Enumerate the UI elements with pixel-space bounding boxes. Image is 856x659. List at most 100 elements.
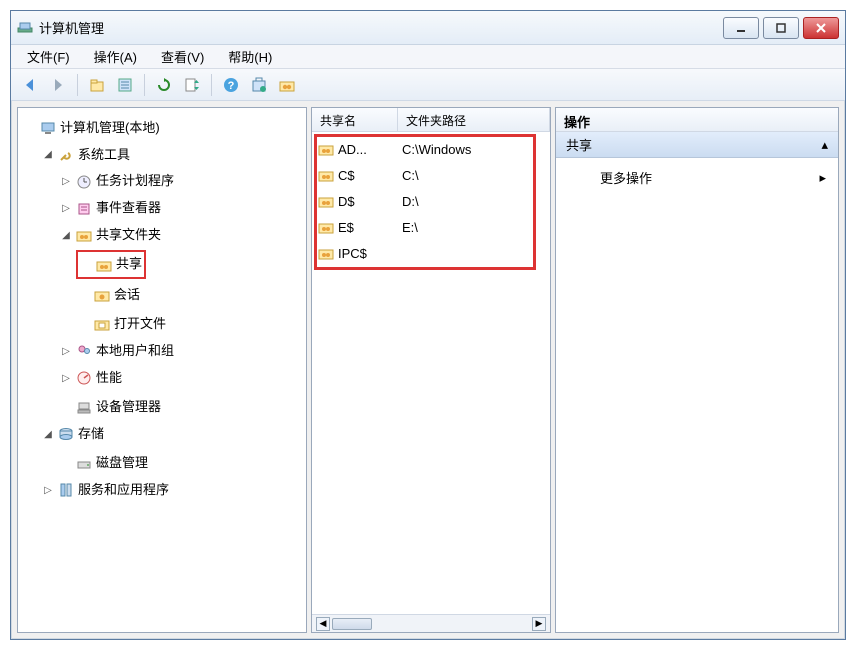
export-button[interactable] xyxy=(179,72,205,98)
column-share-name[interactable]: 共享名 xyxy=(312,108,398,131)
cell-folder-path: E:\ xyxy=(402,220,418,235)
tree-label: 共享 xyxy=(116,252,142,277)
sessions-icon xyxy=(94,287,110,303)
navigation-tree[interactable]: 计算机管理(本地) ◢ 系统工具 xyxy=(18,108,306,508)
cell-share-name: C$ xyxy=(338,168,355,183)
table-row[interactable]: E$E:\ xyxy=(318,214,544,240)
title-bar: 计算机管理 xyxy=(11,11,845,45)
shared-folder-icon xyxy=(76,227,92,243)
table-row[interactable]: AD...C:\Windows xyxy=(318,136,544,162)
content-area: 计算机管理(本地) ◢ 系统工具 xyxy=(11,101,845,639)
tree-device-manager[interactable]: 设备管理器 xyxy=(58,394,163,421)
toolbar-separator xyxy=(144,74,145,96)
scroll-left-icon[interactable]: ◀ xyxy=(316,617,330,631)
window-title: 计算机管理 xyxy=(39,18,723,37)
expand-icon[interactable]: ▷ xyxy=(42,481,54,500)
performance-icon xyxy=(76,370,92,386)
tree-sessions[interactable]: 会话 xyxy=(76,282,142,309)
tree-task-scheduler[interactable]: ▷ 任务计划程序 xyxy=(58,168,176,195)
tree-root[interactable]: 计算机管理(本地) xyxy=(22,115,162,142)
tree-local-users[interactable]: ▷ 本地用户和组 xyxy=(58,338,176,365)
list-body[interactable]: AD...C:\Windows C$ C:\ D$D:\E$E:\ IPC$ xyxy=(312,132,550,614)
tools-icon xyxy=(58,147,74,163)
new-share-button[interactable] xyxy=(246,72,272,98)
clock-icon xyxy=(76,174,92,190)
table-row[interactable]: D$D:\ xyxy=(318,188,544,214)
menu-help[interactable]: 帮助(H) xyxy=(216,44,284,69)
up-button[interactable] xyxy=(84,72,110,98)
menu-action[interactable]: 操作(A) xyxy=(82,44,149,69)
users-icon xyxy=(76,343,92,359)
open-files-icon xyxy=(94,316,110,332)
back-button[interactable] xyxy=(17,72,43,98)
computer-icon xyxy=(40,120,56,136)
tree-shares[interactable]: 共享 xyxy=(76,250,146,279)
tree-disk-management[interactable]: 磁盘管理 xyxy=(58,450,150,477)
properties-button[interactable] xyxy=(112,72,138,98)
menu-file[interactable]: 文件(F) xyxy=(15,44,82,69)
cell-folder-path: C:\ xyxy=(402,168,419,183)
tree-system-tools[interactable]: ◢ 系统工具 xyxy=(40,142,132,169)
tree-label: 共享文件夹 xyxy=(96,223,161,248)
app-icon xyxy=(17,20,33,36)
event-icon xyxy=(76,201,92,217)
device-icon xyxy=(76,399,92,415)
horizontal-scrollbar[interactable]: ◀ ▶ xyxy=(312,614,550,632)
maximize-button[interactable] xyxy=(763,17,799,39)
tree-event-viewer[interactable]: ▷ 事件查看器 xyxy=(58,195,163,222)
expand-icon[interactable]: ▷ xyxy=(60,172,72,191)
tree-storage[interactable]: ◢ 存储 xyxy=(40,421,106,448)
tree-label: 打开文件 xyxy=(114,312,166,337)
table-row[interactable]: IPC$ xyxy=(318,240,544,266)
collapse-icon[interactable]: ◢ xyxy=(42,425,54,444)
menu-view[interactable]: 查看(V) xyxy=(149,44,216,69)
help-button[interactable]: ? xyxy=(218,72,244,98)
actions-more[interactable]: 更多操作 ▸ xyxy=(556,158,838,197)
actions-section[interactable]: 共享 ▴ xyxy=(556,132,838,158)
list-panel: 共享名 文件夹路径 AD...C:\Windows C$ C:\ D$D:\E$E:\… xyxy=(311,107,551,633)
tree-label: 事件查看器 xyxy=(96,196,161,221)
tree-performance[interactable]: ▷ 性能 xyxy=(58,365,124,392)
share-icon xyxy=(318,245,334,261)
close-button[interactable] xyxy=(803,17,839,39)
window-controls xyxy=(723,17,839,39)
minimize-button[interactable] xyxy=(723,17,759,39)
refresh-button[interactable] xyxy=(151,72,177,98)
table-row[interactable]: C$ C:\ xyxy=(318,162,544,188)
tree-label: 本地用户和组 xyxy=(96,339,174,364)
tree-label: 存储 xyxy=(78,422,104,447)
shares-icon-button[interactable] xyxy=(274,72,300,98)
column-folder-path[interactable]: 文件夹路径 xyxy=(398,108,550,131)
tree-label: 计算机管理(本地) xyxy=(60,116,160,141)
cell-share-name: AD... xyxy=(338,142,367,157)
share-icon xyxy=(318,167,334,183)
window-frame: 计算机管理 文件(F) 操作(A) 查看(V) 帮助(H) xyxy=(10,10,846,640)
storage-icon xyxy=(58,426,74,442)
share-icon xyxy=(318,141,334,157)
actions-header: 操作 xyxy=(556,108,838,132)
scroll-thumb[interactable] xyxy=(332,618,372,630)
tree-label: 会话 xyxy=(114,283,140,308)
forward-button[interactable] xyxy=(45,72,71,98)
expand-icon[interactable]: ▷ xyxy=(60,342,72,361)
tree-label: 磁盘管理 xyxy=(96,451,148,476)
tree-panel: 计算机管理(本地) ◢ 系统工具 xyxy=(17,107,307,633)
actions-panel: 操作 共享 ▴ 更多操作 ▸ xyxy=(555,107,839,633)
tree-label: 系统工具 xyxy=(78,143,130,168)
scroll-right-icon[interactable]: ▶ xyxy=(532,617,546,631)
tree-label: 设备管理器 xyxy=(96,395,161,420)
collapse-icon: ▴ xyxy=(821,137,828,153)
toolbar-separator xyxy=(211,74,212,96)
cell-share-name: IPC$ xyxy=(338,246,367,261)
list-header: 共享名 文件夹路径 xyxy=(312,108,550,132)
collapse-icon[interactable]: ◢ xyxy=(60,226,72,245)
chevron-right-icon: ▸ xyxy=(819,170,826,186)
svg-text:?: ? xyxy=(228,80,235,92)
menu-bar: 文件(F) 操作(A) 查看(V) 帮助(H) xyxy=(11,45,845,69)
collapse-icon[interactable]: ◢ xyxy=(42,145,54,164)
tree-shared-folders[interactable]: ◢ 共享文件夹 xyxy=(58,222,163,249)
tree-services-apps[interactable]: ▷ 服务和应用程序 xyxy=(40,477,171,504)
expand-icon[interactable]: ▷ xyxy=(60,369,72,388)
expand-icon[interactable]: ▷ xyxy=(60,199,72,218)
tree-open-files[interactable]: 打开文件 xyxy=(76,311,168,338)
